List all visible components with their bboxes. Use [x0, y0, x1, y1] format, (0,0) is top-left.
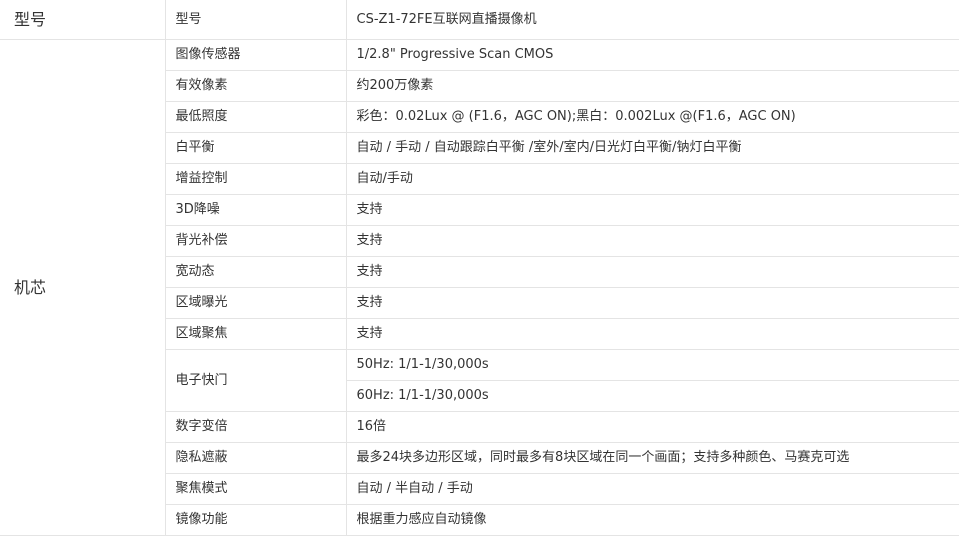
spec-value: 60Hz: 1/1-1/30,000s: [346, 380, 959, 412]
spec-label: 有效像素: [165, 70, 347, 102]
spec-value: 自动 / 手动 / 自动跟踪白平衡 /室外/室内/日光灯白平衡/钠灯白平衡: [345, 132, 959, 164]
table-row: 机芯 图像传感器 1/2.8" Progressive Scan CMOS: [0, 39, 959, 536]
spec-value: 彩色：0.02Lux @ (F1.6，AGC ON);黑白：0.002Lux @…: [345, 101, 959, 133]
spec-label: 镜像功能: [165, 504, 347, 536]
spec-label: 电子快门: [165, 349, 347, 412]
spec-value: 自动 / 半自动 / 手动: [345, 473, 959, 505]
spec-table: 型号 型号 CS-Z1-72FE互联网直播摄像机 机芯 图像传感器 1/2.8"…: [0, 0, 959, 536]
spec-value: 1/2.8" Progressive Scan CMOS: [345, 39, 959, 71]
spec-label: 最低照度: [165, 101, 347, 133]
spec-value: 根据重力感应自动镜像: [345, 504, 959, 536]
spec-label: 聚焦模式: [165, 473, 347, 505]
spec-label: 背光补偿: [165, 225, 347, 257]
spec-label: 隐私遮蔽: [165, 442, 347, 474]
spec-value: 50Hz: 1/1-1/30,000s: [345, 349, 959, 381]
spec-label: 白平衡: [165, 132, 347, 164]
spec-label: 区域曝光: [165, 287, 347, 319]
spec-value: 支持: [345, 194, 959, 226]
table-row: 型号 型号 CS-Z1-72FE互联网直播摄像机: [0, 0, 959, 40]
spec-value: CS-Z1-72FE互联网直播摄像机: [345, 0, 959, 40]
spec-value: 支持: [345, 318, 959, 350]
spec-label: 3D降噪: [165, 194, 347, 226]
spec-label: 增益控制: [165, 163, 347, 195]
group-label-model: 型号: [0, 0, 166, 40]
spec-label: 区域聚焦: [165, 318, 347, 350]
group-label-chip: 机芯: [0, 39, 166, 536]
spec-value: 最多24块多边形区域，同时最多有8块区域在同一个画面；支持多种颜色、马赛克可选: [345, 442, 959, 474]
spec-label: 宽动态: [165, 256, 347, 288]
spec-label: 图像传感器: [164, 39, 347, 71]
spec-value: 支持: [345, 225, 959, 257]
spec-label: 数字变倍: [165, 411, 347, 443]
spec-value: 支持: [345, 256, 959, 288]
spec-value: 16倍: [345, 411, 959, 443]
spec-value: 支持: [345, 287, 959, 319]
spec-value: 约200万像素: [345, 70, 959, 102]
spec-value: 自动/手动: [345, 163, 959, 195]
spec-label: 型号: [164, 0, 347, 40]
